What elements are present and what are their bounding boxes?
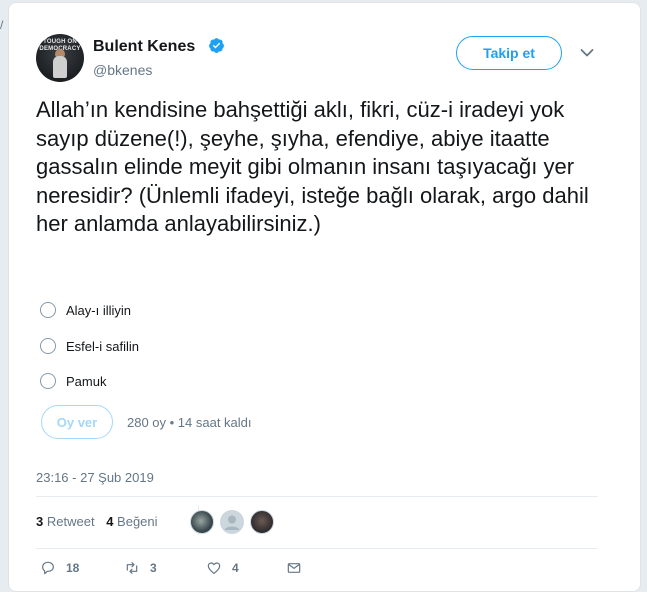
radio-icon[interactable] xyxy=(40,302,56,318)
poll-option-label: Esfel-i safilin xyxy=(66,338,139,354)
default-user-icon xyxy=(224,515,240,530)
poll-option-label: Alay-ı illiyin xyxy=(66,302,132,318)
liker-avatar[interactable] xyxy=(250,510,274,534)
envelope-icon xyxy=(287,563,301,573)
verified-badge-icon xyxy=(209,38,224,53)
vote-button[interactable]: Oy ver xyxy=(41,405,113,439)
reply-count: 18 xyxy=(66,561,80,575)
avatar[interactable]: TOUGH ON DEMOCRACY xyxy=(36,34,84,82)
reply-action[interactable]: 18 xyxy=(40,560,79,576)
liker-avatar[interactable] xyxy=(220,510,244,534)
like-label: Beğeni xyxy=(117,514,158,529)
corner-glyph: / xyxy=(0,18,4,32)
poll-option[interactable]: Esfel-i safilin xyxy=(40,335,139,357)
retweet-icon xyxy=(126,562,138,574)
retweet-action-count: 3 xyxy=(150,561,157,575)
poll-option-label: Pamuk xyxy=(66,373,107,389)
reply-icon xyxy=(42,561,54,575)
display-name[interactable]: Bulent Kenes xyxy=(93,38,195,56)
divider xyxy=(36,496,598,497)
retweet-count: 3 xyxy=(36,514,44,529)
direct-message-action[interactable] xyxy=(286,560,302,576)
like-action[interactable]: 4 xyxy=(206,560,239,576)
tweet-timestamp[interactable]: 23:16 - 27 Şub 2019 xyxy=(36,470,154,485)
tweet-card xyxy=(8,2,641,592)
tweet-text: Allah’ın kendisine bahşettiği aklı, fikr… xyxy=(36,97,589,237)
radio-icon[interactable] xyxy=(40,373,56,389)
retweet-action[interactable]: 3 xyxy=(124,560,157,576)
heart-icon xyxy=(207,562,221,574)
follow-button[interactable]: Takip et xyxy=(456,36,562,70)
poll-option[interactable]: Alay-ı illiyin xyxy=(40,299,131,321)
liker-avatar[interactable] xyxy=(190,510,214,534)
poll-meta: 280 oy • 14 saat kaldı xyxy=(127,415,252,430)
like-action-count: 4 xyxy=(232,561,239,575)
user-handle[interactable]: @bkenes xyxy=(93,62,152,78)
divider xyxy=(36,548,598,549)
radio-icon[interactable] xyxy=(40,338,56,354)
retweet-label: Retweet xyxy=(46,514,95,529)
chevron-down-icon[interactable] xyxy=(580,48,594,58)
avatar-figure-body xyxy=(53,56,67,78)
poll-option[interactable]: Pamuk xyxy=(40,370,106,392)
like-count: 4 xyxy=(106,514,114,529)
engagement-stats[interactable]: 3 Retweet 4 Beğeni xyxy=(36,514,158,529)
